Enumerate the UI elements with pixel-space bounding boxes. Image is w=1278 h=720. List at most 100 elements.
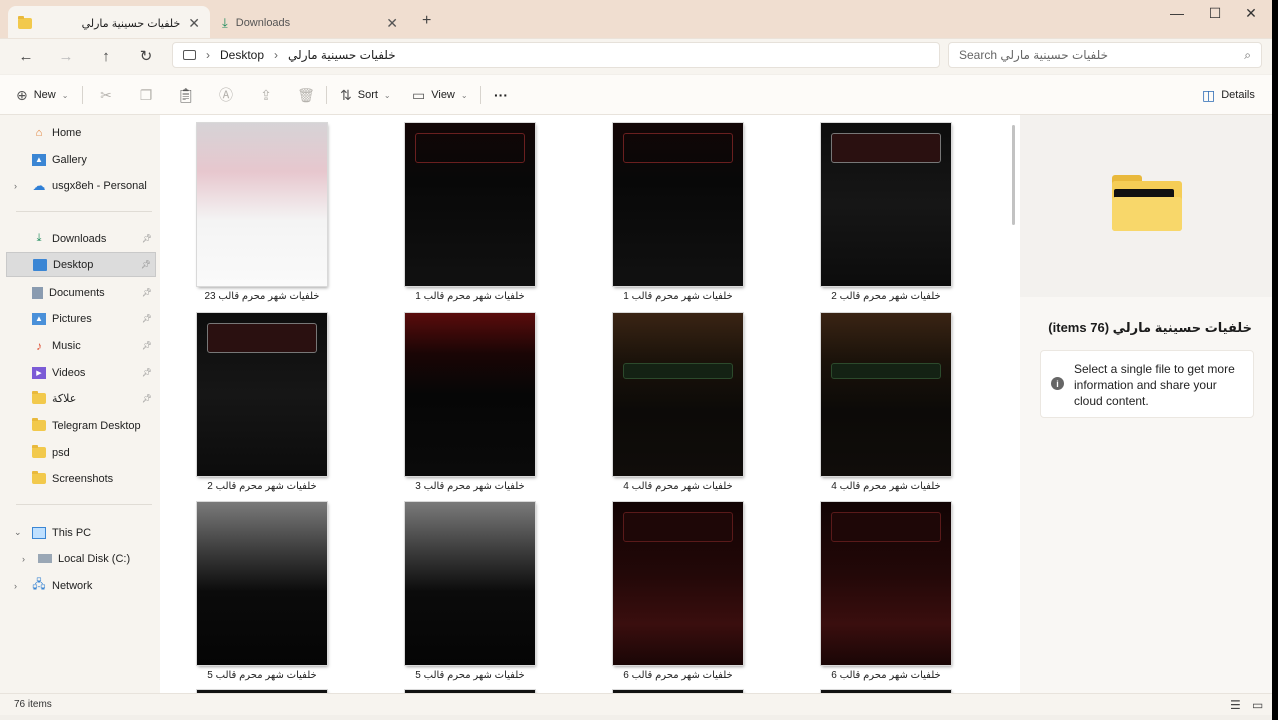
sidebar-item-screenshots[interactable]: Screenshots [6, 466, 156, 491]
file-thumbnail[interactable] [405, 313, 535, 476]
file-thumbnail[interactable] [405, 502, 535, 665]
file-name: خلفيات شهر محرم قالب 2 [831, 291, 941, 302]
file-thumbnail[interactable] [405, 123, 535, 286]
sidebar-item-this-pc[interactable]: ⌄ This PC [6, 520, 156, 545]
delete-icon[interactable]: 🗑︎ [296, 85, 316, 105]
chevron-down-icon: ⌄ [61, 90, 69, 100]
tab-current-folder[interactable]: خلفيات حسينية مارلي ✕ [8, 6, 210, 40]
file-thumbnail[interactable] [821, 123, 951, 286]
details-info-card: i Select a single file to get more infor… [1040, 350, 1254, 418]
paste-icon[interactable]: 📋︎ [176, 85, 196, 105]
address-bar[interactable]: › Desktop › خلفيات حسينية مارلي [172, 42, 940, 68]
sidebar-item-documents[interactable]: Documents 📌︎ [6, 280, 156, 305]
refresh-button[interactable]: ↻ [134, 45, 158, 67]
status-bar: 76 items ☰ ▭ [0, 693, 1278, 715]
file-thumbnail[interactable] [613, 313, 743, 476]
sidebar-item-folder-alaka[interactable]: علاكة 📌︎ [6, 386, 156, 411]
breadcrumb-current[interactable]: خلفيات حسينية مارلي [288, 48, 396, 62]
sidebar-item-local-disk[interactable]: › Local Disk (C:) [6, 546, 156, 571]
tiles-view-icon[interactable]: ▭ [1252, 698, 1263, 712]
close-tab-icon[interactable]: ✕ [188, 15, 200, 32]
new-button[interactable]: ⊕ New ⌄ [16, 84, 68, 106]
file-thumbnail[interactable] [821, 313, 951, 476]
file-thumbnail[interactable] [613, 502, 743, 665]
tab-label: Downloads [235, 17, 291, 29]
close-button[interactable]: ✕ [1232, 0, 1270, 26]
sidebar-item-label: Music [52, 339, 81, 352]
sidebar-item-home[interactable]: ⌂ Home [6, 120, 156, 145]
file-grid: خلفيات شهر محرم قالب 23 خلفيات شهر محرم ق… [160, 115, 1006, 693]
sidebar-item-label: Documents [49, 286, 105, 299]
copy-icon[interactable]: ❐ [136, 85, 156, 105]
close-tab-icon[interactable]: ✕ [386, 15, 398, 32]
sidebar-item-label: Gallery [52, 153, 87, 166]
pin-icon: 📌︎ [141, 314, 152, 323]
pin-icon: 📌︎ [141, 394, 152, 403]
gallery-icon: ▲ [32, 153, 46, 166]
sidebar-item-label: Network [52, 579, 93, 592]
sidebar-item-telegram-desktop[interactable]: Telegram Desktop [6, 413, 156, 438]
sidebar-item-gallery[interactable]: ▲ Gallery [6, 147, 156, 172]
monitor-icon [183, 50, 196, 60]
sidebar-item-label: علاكة [52, 393, 77, 405]
sidebar-item-psd[interactable]: psd [6, 440, 156, 465]
file-name: خلفيات شهر محرم قالب 3 [415, 481, 525, 492]
new-tab-button[interactable]: + [422, 12, 431, 30]
pin-icon: 📌︎ [140, 260, 151, 269]
file-name: خلفيات شهر محرم قالب 6 [623, 670, 733, 681]
pin-icon: 📌︎ [141, 288, 152, 297]
list-view-icon[interactable]: ☰ [1230, 698, 1241, 712]
pin-icon: 📌︎ [141, 234, 152, 243]
tab-label: خلفيات حسينية مارلي [81, 17, 181, 30]
breadcrumb-desktop[interactable]: Desktop [220, 48, 264, 62]
up-button[interactable]: ↑ [94, 45, 118, 67]
desktop-icon [33, 258, 47, 271]
sidebar-item-music[interactable]: ♪ Music 📌︎ [6, 333, 156, 358]
sort-button[interactable]: ⇅ Sort ⌄ [340, 84, 391, 106]
file-thumbnail[interactable] [197, 502, 327, 665]
tab-downloads[interactable]: ⤓ Downloads ✕ [212, 6, 408, 40]
file-thumbnail[interactable] [821, 502, 951, 665]
sidebar-item-desktop[interactable]: Desktop 📌︎ [6, 252, 156, 277]
plus-circle-icon: ⊕ [16, 86, 28, 103]
document-icon [32, 286, 43, 299]
view-button[interactable]: ▭ View ⌄ [412, 84, 468, 106]
vertical-scrollbar[interactable] [1006, 115, 1020, 693]
search-box[interactable]: Search خلفيات حسينية مارلي ⌕ [948, 42, 1262, 68]
sidebar-item-label: Pictures [52, 312, 92, 325]
sidebar-item-onedrive[interactable]: › ☁ usgx8eh - Personal [6, 173, 156, 198]
file-thumbnail[interactable] [613, 123, 743, 286]
sidebar-item-downloads[interactable]: ⤓ Downloads 📌︎ [6, 226, 156, 251]
scrollbar-thumb[interactable] [1012, 125, 1015, 225]
details-title: خلفيات حسينية مارلي (76 items) [1048, 320, 1252, 335]
chevron-right-icon[interactable]: › [14, 581, 17, 591]
chevron-right-icon: › [274, 48, 279, 62]
file-name: خلفيات شهر محرم قالب 23 [204, 291, 320, 302]
divider [82, 86, 83, 104]
back-button[interactable]: ← [14, 45, 38, 67]
file-thumbnail[interactable] [197, 313, 327, 476]
chevron-right-icon[interactable]: › [22, 554, 25, 564]
divider [16, 504, 152, 505]
rename-icon[interactable]: Ⓐ [216, 85, 236, 105]
minimize-button[interactable]: — [1158, 0, 1196, 26]
chevron-right-icon[interactable]: › [14, 181, 17, 191]
share-icon[interactable]: ⇪ [256, 85, 276, 105]
sidebar-item-network[interactable]: › 🖧︎ Network [6, 573, 156, 598]
home-icon: ⌂ [35, 126, 43, 139]
search-input[interactable]: Search خلفيات حسينية مارلي [959, 48, 1244, 62]
details-button[interactable]: ◫ Details [1202, 84, 1255, 106]
chevron-down-icon[interactable]: ⌄ [14, 527, 22, 538]
file-thumbnail[interactable] [197, 123, 327, 286]
cut-icon[interactable]: ✂ [96, 85, 116, 105]
more-options-button[interactable]: ··· [494, 84, 508, 106]
file-name: خلفيات شهر محرم قالب 1 [623, 291, 733, 302]
sort-icon: ⇅ [340, 86, 352, 103]
details-preview [1020, 115, 1272, 297]
forward-button[interactable]: → [54, 45, 78, 67]
maximize-button[interactable]: ☐ [1196, 0, 1234, 26]
sidebar-item-videos[interactable]: ▶ Videos 📌︎ [6, 360, 156, 385]
sidebar-item-pictures[interactable]: ▲ Pictures 📌︎ [6, 306, 156, 331]
sidebar-item-label: Home [52, 126, 82, 139]
folder-icon [32, 471, 46, 485]
